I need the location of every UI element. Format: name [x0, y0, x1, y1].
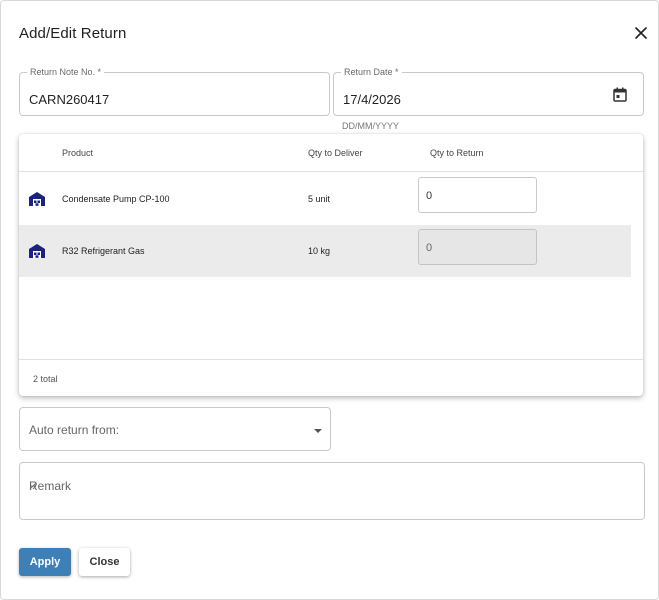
return-items-grid: Product Qty to Deliver Qty to Return Con… — [19, 134, 643, 396]
warehouse-icon — [29, 192, 45, 206]
close-icon[interactable] — [631, 23, 651, 43]
qty-return-input[interactable]: 0 — [418, 229, 537, 265]
column-header-qty-deliver[interactable]: Qty to Deliver — [308, 148, 363, 158]
row-count: 2 total — [33, 374, 58, 384]
row-qty-deliver: 5 unit — [308, 194, 331, 204]
auto-return-placeholder: Auto return from: — [29, 423, 120, 437]
qty-return-input[interactable]: 0 — [418, 177, 537, 213]
row-product: R32 Refrigerant Gas — [62, 246, 145, 256]
return-date-label: Return Date * — [341, 67, 402, 78]
column-header-qty-return[interactable]: Qty to Return — [430, 148, 484, 158]
add-edit-return-dialog: Add/Edit Return Return Note No. * CARN26… — [0, 0, 659, 600]
close-button[interactable]: Close — [79, 548, 130, 576]
qty-return-value: 0 — [426, 190, 433, 202]
grid-footer: 2 total — [19, 359, 643, 396]
resize-handle-icon[interactable] — [29, 479, 37, 490]
qty-return-value: 0 — [426, 242, 433, 254]
return-date-field[interactable]: Return Date * 17/4/2026 — [333, 67, 644, 116]
remark-textarea[interactable]: Remark — [19, 462, 645, 520]
date-format-helper: DD/MM/YYYY — [342, 121, 400, 131]
apply-button[interactable]: Apply — [19, 548, 71, 576]
calendar-icon[interactable] — [613, 87, 627, 102]
warehouse-icon — [29, 244, 45, 258]
table-row[interactable]: Condensate Pump CP-100 5 unit 0 — [19, 173, 631, 225]
row-qty-deliver: 10 kg — [308, 246, 331, 256]
return-note-label: Return Note No. * — [27, 67, 105, 78]
return-date-value: 17/4/2026 — [343, 92, 401, 107]
return-note-field[interactable]: Return Note No. * CARN260417 — [19, 67, 330, 116]
caret-down-icon — [314, 429, 322, 433]
return-note-value: CARN260417 — [29, 92, 110, 107]
dialog-title: Add/Edit Return — [19, 25, 127, 42]
table-row[interactable]: R32 Refrigerant Gas 10 kg 0 — [19, 225, 631, 277]
column-header-product[interactable]: Product — [62, 148, 93, 158]
row-product: Condensate Pump CP-100 — [62, 194, 170, 204]
grid-header: Product Qty to Deliver Qty to Return — [19, 134, 643, 172]
auto-return-select[interactable]: Auto return from: — [19, 407, 331, 451]
